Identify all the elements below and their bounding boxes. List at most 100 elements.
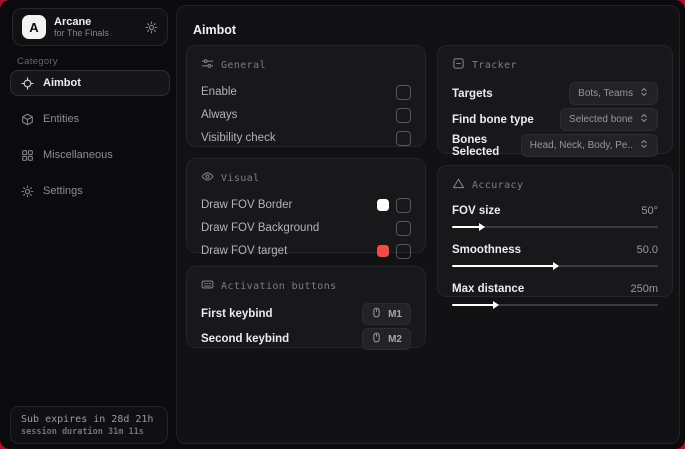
slider-group: Max distance 250m [452,279,658,309]
chevrons-up-down-icon [639,87,649,100]
setting-label: Draw FOV Background [201,222,320,234]
panel-accuracy: Accuracy FOV size 50° Smoothness 50.0 Ma… [437,165,673,309]
brand-card: A Arcane for The Finals [12,8,168,46]
setting-label: Max distance [452,283,525,295]
enable-checkbox[interactable] [396,84,411,100]
setting-label: FOV size [452,205,501,217]
max-distance-slider[interactable] [452,301,658,309]
panel-header-label: Visual [221,172,260,184]
page-title: Aimbot [193,23,237,37]
setting-row: Draw FOV target [201,240,411,262]
setting-label: First keybind [201,308,273,320]
setting-label: Visibility check [201,132,276,144]
always-checkbox[interactable] [396,107,411,123]
setting-row: Enable [201,81,411,103]
fov-border-checkbox[interactable] [396,197,411,213]
find-bone-type-select[interactable]: Selected bone [560,108,658,131]
color-swatch[interactable] [377,199,389,211]
slider-group: FOV size 50° [452,201,658,231]
bones-selected-select[interactable]: Head, Neck, Body, Pe.. [520,134,658,157]
grid-icon [21,149,34,162]
sidebar-item-label: Settings [43,185,83,197]
second-keybind-button[interactable]: M2 [362,328,411,350]
sub-expiry: Sub expires in 28d 21h [21,413,154,425]
panel-visual: Visual Draw FOV Border Draw FOV Backgrou… [186,158,426,259]
slider-value: 50.0 [636,244,658,256]
fov-background-checkbox[interactable] [396,220,411,236]
color-swatch[interactable] [377,245,389,257]
panel-header-label: Activation buttons [221,280,337,292]
select-value: Head, Neck, Body, Pe.. [529,140,633,151]
setting-row: Find bone type Selected bone [452,107,658,132]
panel-general: General Enable Always Visibility check [186,45,426,147]
setting-row: Bones Selected Head, Neck, Body, Pe.. [452,133,658,158]
app-window: A Arcane for The Finals Category Aimbot … [0,0,685,449]
sidebar-item-settings[interactable]: Settings [10,178,170,204]
setting-row: Visibility check [201,127,411,149]
fov-target-checkbox[interactable] [396,243,411,259]
setting-label: Enable [201,86,237,98]
chevrons-up-down-icon [639,139,649,152]
sidebar-item-label: Miscellaneous [43,149,113,161]
subscription-info: Sub expires in 28d 21h session duration … [10,406,168,444]
setting-row: Always [201,104,411,126]
slider-thumb[interactable] [478,223,485,231]
gear-icon [21,185,34,198]
select-value: Selected bone [569,114,633,125]
panel-tracker: Tracker Targets Bots, Teams Find bone ty… [437,45,673,158]
setting-label: Find bone type [452,113,534,126]
setting-row: Draw FOV Border [201,194,411,216]
panel-activation: Activation buttons First keybind M1 Seco… [186,266,426,351]
setting-label: Always [201,109,238,121]
mouse-icon [371,307,382,321]
visibility-check-checkbox[interactable] [396,130,411,146]
crosshair-icon [21,76,34,90]
panel-header-label: Accuracy [472,179,524,191]
setting-row: Second keybind M2 [201,327,411,351]
content-area: Aimbot General Enable Always Visibility … [176,5,680,444]
first-keybind-button[interactable]: M1 [362,303,411,325]
sidebar-item-label: Entities [43,113,80,125]
gear-icon[interactable] [145,21,158,34]
sidebar-item-label: Aimbot [43,77,81,89]
slider-thumb[interactable] [553,262,559,270]
tracker-box-icon [452,57,465,73]
setting-label: Draw FOV target [201,245,288,257]
triangle-icon [452,177,465,193]
fov-size-slider[interactable] [452,223,658,231]
eye-icon [201,170,214,186]
brand-subtitle: for The Finals [54,28,109,39]
cube-icon [21,113,34,126]
setting-row: Targets Bots, Teams [452,81,658,106]
slider-thumb[interactable] [493,301,500,309]
select-value: Bots, Teams [578,88,633,99]
panel-header-label: Tracker [472,59,517,71]
keyboard-icon [201,278,214,294]
sidebar-item-entities[interactable]: Entities [10,106,170,132]
setting-label: Smoothness [452,244,522,256]
brand-logo: A [22,15,46,39]
sidebar: A Arcane for The Finals Category Aimbot … [0,0,176,449]
keybind-value: M2 [388,333,402,345]
sidebar-item-miscellaneous[interactable]: Miscellaneous [10,142,170,168]
slider-value: 50° [641,205,658,217]
smoothness-slider[interactable] [452,262,658,270]
setting-row: Draw FOV Background [201,217,411,239]
sliders-icon [201,57,214,73]
setting-label: Targets [452,87,493,100]
mouse-icon [371,332,382,346]
targets-select[interactable]: Bots, Teams [569,82,658,105]
setting-label: Draw FOV Border [201,199,293,211]
sidebar-nav: Aimbot Entities Miscellaneous Settings [10,70,170,206]
setting-label: Bones Selected [452,133,500,158]
keybind-value: M1 [388,308,402,320]
slider-value: 250m [630,283,658,295]
session-duration: session duration 31m 11s [21,426,144,437]
setting-label: Second keybind [201,333,290,345]
panel-header-label: General [221,59,266,71]
category-label: Category [17,56,58,67]
setting-row: First keybind M1 [201,302,411,326]
sidebar-item-aimbot[interactable]: Aimbot [10,70,170,96]
slider-group: Smoothness 50.0 [452,240,658,270]
brand-title: Arcane [54,15,92,28]
